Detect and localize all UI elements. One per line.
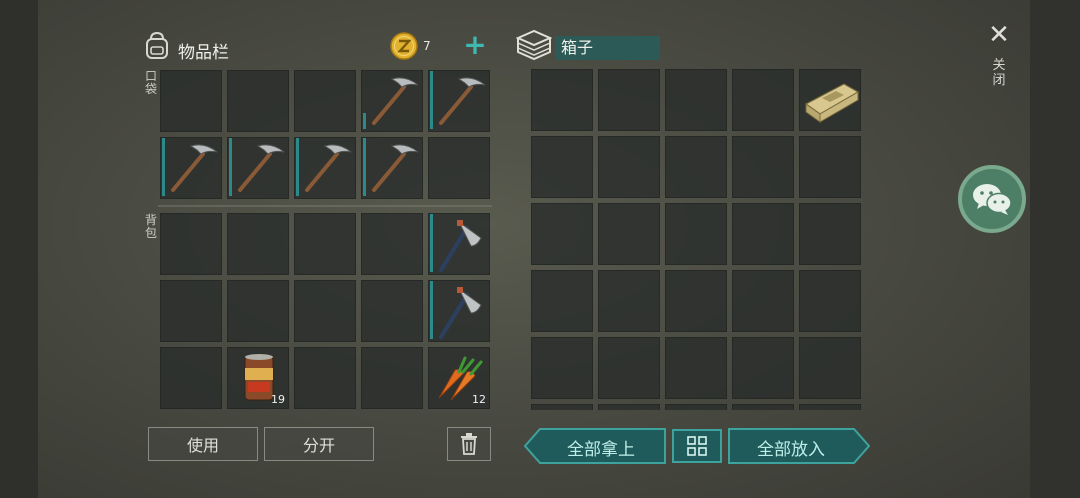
wechat-button[interactable] [958,165,1026,233]
backpack-slot[interactable] [428,213,490,275]
backpack-slot[interactable] [294,213,356,275]
chest-slot[interactable] [598,337,660,399]
backpack-slot[interactable] [160,280,222,342]
pocket-slot[interactable] [428,137,490,199]
chest-slot[interactable] [732,337,794,399]
item-count: 19 [271,393,285,406]
chest-slot[interactable] [732,69,794,131]
chest-slot[interactable] [598,136,660,198]
chest-title: 箱子 [555,36,660,60]
pocket-slot[interactable] [227,137,289,199]
use-button[interactable]: 使用 [148,427,258,461]
section-divider [158,205,492,207]
chest-slot[interactable] [665,136,727,198]
chest-slot[interactable] [799,203,861,265]
chest-slot[interactable] [531,404,593,410]
put-all-label: 全部放入 [757,440,825,460]
pickaxe-icon [372,144,419,192]
hatchet-icon [438,220,482,273]
split-button[interactable]: 分开 [264,427,374,461]
chest-slot[interactable] [732,270,794,332]
wechat-icon [973,184,1012,215]
chest-slot[interactable] [531,203,593,265]
chest-slot[interactable] [665,69,727,131]
coin-icon [390,32,418,60]
chest-slot[interactable] [732,136,794,198]
chest-slot[interactable] [531,337,593,399]
chest-slot[interactable] [598,270,660,332]
chest-slot[interactable] [799,404,861,410]
close-button[interactable]: ✕ 关闭 [980,20,1018,100]
backpack-icon [142,30,172,60]
backpack-slot[interactable] [428,280,490,342]
pocket-slot[interactable] [294,137,356,199]
item-count: 12 [472,393,486,406]
pocket-slot[interactable] [428,70,490,132]
chest-slot[interactable] [665,203,727,265]
trash-icon [461,433,477,455]
backpack-slot[interactable]: 12 [428,347,490,409]
chest-slot[interactable] [799,337,861,399]
chest-slot[interactable] [732,404,794,410]
backpack-slot[interactable] [294,280,356,342]
backpack-slot[interactable] [294,347,356,409]
pocket-slot[interactable] [160,70,222,132]
chest-slot[interactable] [799,270,861,332]
pickaxe-icon [305,144,352,192]
pickaxe-icon [238,144,285,192]
chest-slot[interactable] [665,404,727,410]
chest-slot[interactable] [598,69,660,131]
chest-slot[interactable] [531,270,593,332]
pickaxe-icon [372,77,419,125]
close-icon: ✕ [988,20,1010,50]
inventory-title: 物品栏 [178,43,229,63]
pocket-slot[interactable] [294,70,356,132]
pickaxe-icon [439,77,486,125]
backpack-slot[interactable] [160,213,222,275]
backpack-slot[interactable] [361,347,423,409]
sort-button[interactable] [672,429,722,463]
backpack-slot[interactable] [361,213,423,275]
pocket-slot[interactable] [160,137,222,199]
hatchet-icon [438,287,482,340]
chest-slot[interactable] [665,270,727,332]
chest-grid [530,68,864,410]
chest-slot[interactable] [799,69,861,131]
backpack-slot[interactable] [227,213,289,275]
chest-slot[interactable] [531,69,593,131]
pocket-label: 口袋 [144,69,157,96]
pickaxe-icon [171,144,218,192]
backpack-slot[interactable] [361,280,423,342]
right-edge [1030,0,1080,498]
chest-icon [515,28,553,62]
take-all-button[interactable]: 全部拿上 [524,428,666,464]
pocket-slot[interactable] [361,70,423,132]
chest-slot[interactable] [531,136,593,198]
left-edge [0,0,38,498]
chest-slot[interactable] [598,203,660,265]
chest-slot[interactable] [598,404,660,410]
crate-icon [804,83,860,123]
backpack-slot[interactable] [227,280,289,342]
chest-slot[interactable] [799,136,861,198]
backpack-slot[interactable] [160,347,222,409]
backpack-label: 背包 [144,213,157,240]
trash-button[interactable] [447,427,491,461]
pocket-slot[interactable] [361,137,423,199]
pocket-slot[interactable] [227,70,289,132]
put-all-button[interactable]: 全部放入 [728,428,870,464]
chest-slot[interactable] [732,203,794,265]
add-coins-button[interactable]: + [462,30,488,60]
coin-count: 7 [423,39,431,53]
close-label: 关闭 [992,58,1006,88]
chest-slot[interactable] [665,337,727,399]
take-all-label: 全部拿上 [567,440,635,460]
grid-sort-icon [687,436,707,456]
backpack-slot[interactable]: 19 [227,347,289,409]
